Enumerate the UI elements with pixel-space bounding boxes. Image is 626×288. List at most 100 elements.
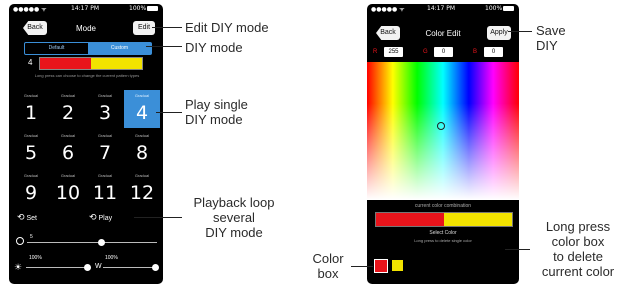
annotation-line: several xyxy=(213,210,255,225)
back-button[interactable]: Back xyxy=(23,21,47,35)
status-battery: 100% xyxy=(485,5,503,12)
picker-cursor[interactable] xyxy=(437,122,445,130)
apply-button[interactable]: Apply xyxy=(487,26,511,40)
tile-label: Gradual xyxy=(97,133,113,138)
brightness-value: 100% xyxy=(29,255,42,261)
annotation-line: color box xyxy=(551,234,605,249)
brightness-slider[interactable] xyxy=(26,267,86,268)
mode-tile-5[interactable]: Gradual 5 xyxy=(13,130,49,168)
leader-line-color-box xyxy=(351,266,373,267)
annotation-color-box: Color box xyxy=(310,251,346,281)
leader-line-edit xyxy=(152,27,182,28)
tile-number: 12 xyxy=(129,182,155,204)
combo-red xyxy=(376,213,444,226)
annotation-playback: Playback loop several DIY mode xyxy=(185,195,283,240)
tile-label: Gradual xyxy=(134,133,150,138)
mode-tile-7[interactable]: Gradual 7 xyxy=(87,130,123,168)
leader-line-long-press xyxy=(505,249,530,250)
annotation-long-press: Long press color box to delete current c… xyxy=(531,219,625,279)
brightness-slider-thumb[interactable] xyxy=(84,264,91,271)
hint-text: Long press can choose to change the curr… xyxy=(34,73,140,78)
status-time: 14:17 PM xyxy=(71,5,99,12)
tile-number: 11 xyxy=(92,182,118,204)
annotation-line: Long press xyxy=(545,219,611,234)
tile-label: Gradual xyxy=(23,93,39,98)
g-label: G xyxy=(423,49,428,55)
current-index: 4 xyxy=(28,58,33,67)
tile-label: Gradual xyxy=(97,93,113,98)
b-input[interactable]: 0 xyxy=(484,47,503,57)
r-input[interactable]: 255 xyxy=(384,47,403,57)
tile-number: 2 xyxy=(61,102,75,124)
tile-label: Gradual xyxy=(97,173,113,178)
set-button[interactable]: ⟲ Set xyxy=(17,212,57,224)
annotation-save: Save DIY xyxy=(536,23,566,53)
leader-line-save xyxy=(508,31,532,32)
tab-default[interactable]: Default xyxy=(25,43,88,54)
speed-value: 5 xyxy=(30,234,33,240)
annotation-play-single: Play single DIY mode xyxy=(185,97,248,127)
tile-number: 6 xyxy=(61,142,75,164)
annotation-line: DIY mode xyxy=(185,112,243,127)
white-label: W xyxy=(95,263,102,270)
tile-label: Gradual xyxy=(134,93,150,98)
tile-label: Gradual xyxy=(23,133,39,138)
select-color-hint: Long press to delete single color xyxy=(414,238,472,243)
tile-label: Gradual xyxy=(60,93,76,98)
mode-tile-8[interactable]: Gradual 8 xyxy=(124,130,160,168)
tile-number: 1 xyxy=(24,102,38,124)
speed-slider-thumb[interactable] xyxy=(98,239,105,246)
signal-icon: ●●●●● ᯤ xyxy=(371,6,405,13)
annotation-line: DIY mode xyxy=(205,225,263,240)
annotation-line: Play single xyxy=(185,97,248,112)
tab-custom[interactable]: Custom xyxy=(88,43,151,54)
leader-line-play-single xyxy=(156,112,182,113)
select-color-title: Select Color xyxy=(429,230,457,236)
status-bar: ●●●●● ᯤ 14:17 PM 100% xyxy=(367,4,519,14)
r-label: R xyxy=(373,49,378,55)
mode-tile-3[interactable]: Gradual 3 xyxy=(87,90,123,128)
color-box-yellow[interactable] xyxy=(392,260,403,271)
mode-tile-6[interactable]: Gradual 6 xyxy=(50,130,86,168)
color-spectrum[interactable] xyxy=(367,62,519,200)
left-phone-screen: ●●●●● ᯤ 14:17 PM 100% Back Mode Edit Def… xyxy=(9,4,163,284)
battery-icon xyxy=(147,6,158,11)
color-box-red[interactable] xyxy=(374,259,388,273)
mode-tile-1[interactable]: Gradual 1 xyxy=(13,90,49,128)
back-button[interactable]: Back xyxy=(376,26,400,40)
combo-title: current color combination xyxy=(414,203,472,209)
play-button[interactable]: ⟲ Play xyxy=(89,212,129,224)
combo-yellow xyxy=(444,213,512,226)
color-strip-yellow xyxy=(91,58,142,69)
annotation-line: Playback loop xyxy=(193,195,275,210)
leader-line-diy xyxy=(146,46,182,47)
timer-icon xyxy=(16,237,24,245)
status-battery: 100% xyxy=(129,5,147,12)
white-slider[interactable] xyxy=(103,267,155,268)
leader-line-playback xyxy=(134,217,182,218)
mode-tile-11[interactable]: Gradual 11 xyxy=(87,170,123,208)
edit-button[interactable]: Edit xyxy=(133,21,155,35)
page-title: Color Edit xyxy=(425,29,461,38)
g-input[interactable]: 0 xyxy=(434,47,453,57)
mode-tile-9[interactable]: Gradual 9 xyxy=(13,170,49,208)
annotation-line: current color xyxy=(541,264,615,279)
mode-segment: Default Custom xyxy=(24,42,152,55)
annotation-edit-diy: Edit DIY mode xyxy=(185,20,269,35)
tile-label: Gradual xyxy=(23,173,39,178)
mode-tile-10[interactable]: Gradual 10 xyxy=(50,170,86,208)
white-slider-thumb[interactable] xyxy=(152,264,159,271)
speed-slider[interactable] xyxy=(27,242,157,243)
status-bar: ●●●●● ᯤ 14:17 PM 100% xyxy=(9,4,163,14)
mode-tile-4[interactable]: Gradual 4 xyxy=(124,90,160,128)
mode-tile-2[interactable]: Gradual 2 xyxy=(50,90,86,128)
mode-tile-12[interactable]: Gradual 12 xyxy=(124,170,160,208)
annotation-line: DIY xyxy=(536,38,558,53)
annotation-line: Color xyxy=(312,251,344,266)
color-strip[interactable] xyxy=(39,57,143,70)
color-strip-red xyxy=(40,58,91,69)
tile-number: 9 xyxy=(24,182,38,204)
tile-label: Gradual xyxy=(134,173,150,178)
combo-strip xyxy=(375,212,513,227)
tile-label: Gradual xyxy=(60,173,76,178)
